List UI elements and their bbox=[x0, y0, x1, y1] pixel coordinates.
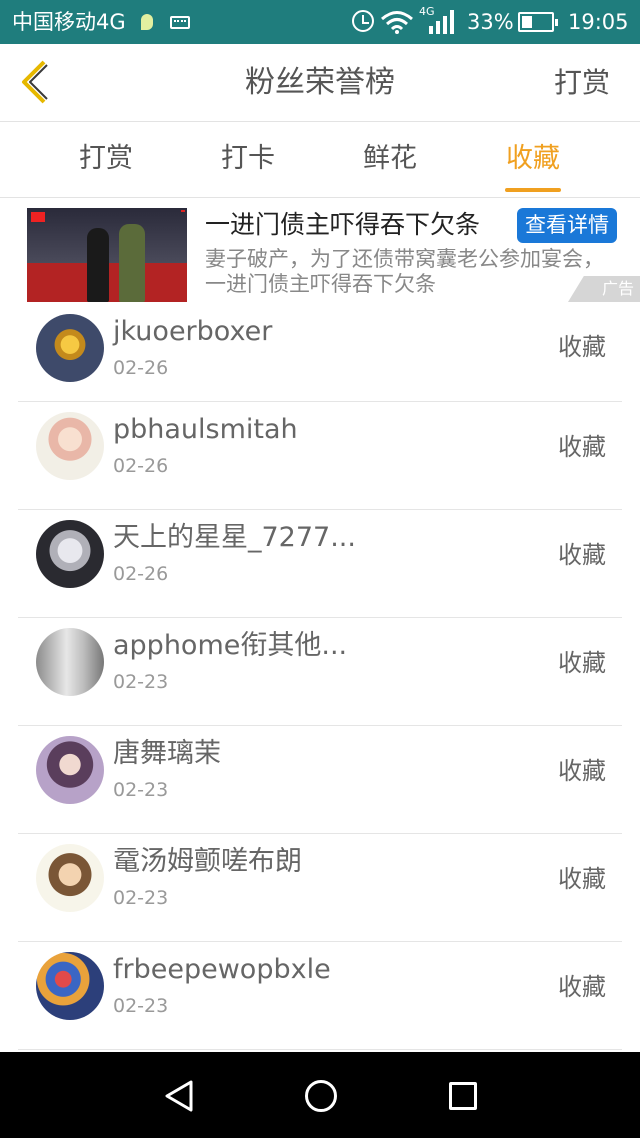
date-label: 02-23 bbox=[113, 779, 169, 801]
battery-percent: 33% bbox=[467, 10, 514, 34]
action-label: 收藏 bbox=[558, 865, 606, 893]
fan-list: jkuoerboxer 02-26 收藏 pbhaulsmitah 02-26 … bbox=[0, 304, 640, 1050]
list-item[interactable]: frbeepewopbxle 02-23 收藏 bbox=[18, 942, 622, 1050]
date-label: 02-26 bbox=[113, 563, 169, 585]
ad-title: 一进门债主吓得吞下欠条 bbox=[205, 210, 481, 239]
user-name: apphome衔其他... bbox=[113, 630, 348, 661]
avatar[interactable] bbox=[36, 520, 104, 588]
status-bar: 中国移动4G 4G 33% 19:05 bbox=[0, 0, 640, 44]
user-name: pbhaulsmitah bbox=[113, 414, 298, 445]
avatar[interactable] bbox=[36, 844, 104, 912]
header: 粉丝荣誉榜 打赏 bbox=[0, 44, 640, 122]
list-item[interactable]: pbhaulsmitah 02-26 收藏 bbox=[18, 402, 622, 510]
view-details-button[interactable]: 查看详情 bbox=[517, 208, 617, 243]
action-label: 收藏 bbox=[558, 433, 606, 461]
ad-thumbnail bbox=[27, 208, 187, 302]
list-item[interactable]: 鼋汤姆颤嗟布朗 02-23 收藏 bbox=[18, 834, 622, 942]
date-label: 02-23 bbox=[113, 671, 169, 693]
user-name: jkuoerboxer bbox=[113, 316, 273, 347]
list-item[interactable]: 天上的星星_7277... 02-26 收藏 bbox=[18, 510, 622, 618]
date-label: 02-26 bbox=[113, 455, 169, 477]
list-item[interactable]: apphome衔其他... 02-23 收藏 bbox=[18, 618, 622, 726]
avatar[interactable] bbox=[36, 628, 104, 696]
ad-description: 妻子破产，为了还债带窝囊老公参加宴会，一进门债主吓得吞下欠条 bbox=[205, 247, 604, 296]
list-item[interactable]: jkuoerboxer 02-26 收藏 bbox=[18, 304, 622, 402]
reward-button[interactable]: 打赏 bbox=[554, 66, 610, 100]
user-name: frbeepewopbxle bbox=[113, 954, 331, 985]
tab-label: 收藏 bbox=[506, 143, 560, 174]
tab-label: 鲜花 bbox=[363, 143, 417, 174]
action-label: 收藏 bbox=[558, 333, 606, 361]
keyboard-icon bbox=[170, 16, 190, 29]
tab-favorites[interactable]: 收藏 bbox=[483, 142, 583, 192]
action-label: 收藏 bbox=[558, 757, 606, 785]
tab-flowers[interactable]: 鲜花 bbox=[340, 142, 440, 176]
avatar[interactable] bbox=[36, 412, 104, 480]
list-item[interactable]: 唐舞璃茉 02-23 收藏 bbox=[18, 726, 622, 834]
clock: 19:05 bbox=[568, 10, 629, 34]
avatar[interactable] bbox=[36, 314, 104, 382]
signal-icon bbox=[429, 10, 454, 34]
user-name: 鼋汤姆颤嗟布朗 bbox=[113, 846, 302, 877]
carrier-label: 中国移动4G bbox=[12, 10, 126, 34]
avatar[interactable] bbox=[36, 736, 104, 804]
tab-label: 打赏 bbox=[79, 143, 133, 174]
ad-banner[interactable]: 一进门债主吓得吞下欠条 妻子破产，为了还债带窝囊老公参加宴会，一进门债主吓得吞下… bbox=[0, 198, 640, 304]
page-title: 粉丝荣誉榜 bbox=[245, 65, 395, 100]
tab-reward[interactable]: 打赏 bbox=[56, 142, 156, 176]
tab-checkin[interactable]: 打卡 bbox=[198, 142, 298, 176]
navigation-bar bbox=[0, 1052, 640, 1138]
nav-recents-icon[interactable] bbox=[449, 1082, 477, 1110]
battery-icon bbox=[518, 12, 558, 32]
alarm-icon bbox=[352, 10, 374, 32]
nav-home-icon[interactable] bbox=[305, 1080, 337, 1112]
tab-label: 打卡 bbox=[221, 143, 275, 174]
date-label: 02-26 bbox=[113, 357, 169, 379]
wifi-icon bbox=[381, 11, 413, 34]
action-label: 收藏 bbox=[558, 541, 606, 569]
action-label: 收藏 bbox=[558, 649, 606, 677]
date-label: 02-23 bbox=[113, 995, 169, 1017]
date-label: 02-23 bbox=[113, 887, 169, 909]
leaf-icon bbox=[141, 14, 153, 30]
nav-back-icon[interactable] bbox=[163, 1079, 195, 1113]
avatar[interactable] bbox=[36, 952, 104, 1020]
active-tab-indicator bbox=[505, 188, 561, 192]
tab-bar: 打赏 打卡 鲜花 收藏 bbox=[0, 122, 640, 198]
user-name: 天上的星星_7277... bbox=[113, 522, 356, 553]
action-label: 收藏 bbox=[558, 973, 606, 1001]
user-name: 唐舞璃茉 bbox=[113, 738, 221, 769]
